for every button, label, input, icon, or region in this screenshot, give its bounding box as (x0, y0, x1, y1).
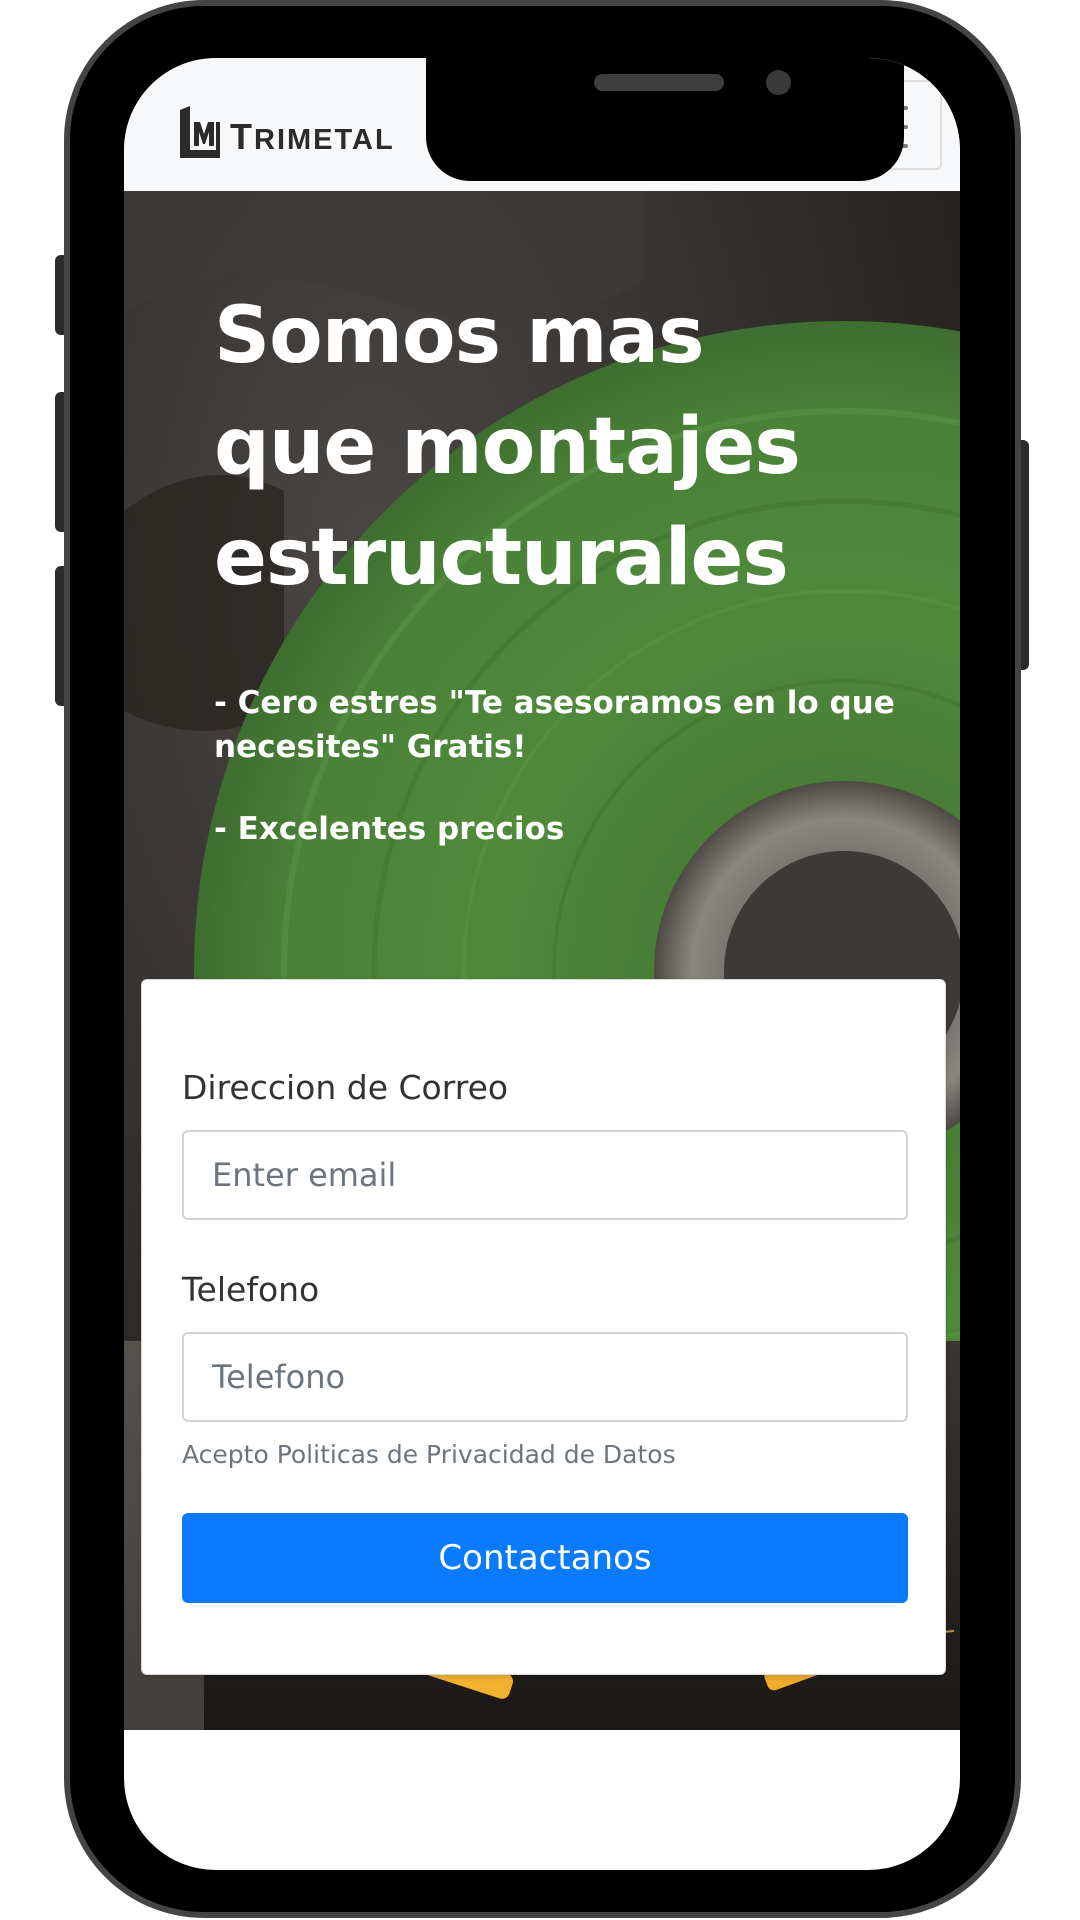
phone-notch (426, 58, 904, 181)
hero-title-line: que montajes (214, 402, 801, 492)
hero-title-line: estructurales (214, 513, 789, 603)
brand-name: TRIMETAL (230, 116, 395, 158)
hero-title-line: Somos mas (214, 291, 705, 381)
contact-form-card: Direccion de Correo Telefono Acepto Poli… (141, 979, 946, 1675)
hero-benefit-1: - Cero estres "Te asesoramos en lo que n… (214, 685, 895, 765)
phone-screen: TRIMETAL Somos mas que montajes estructu… (124, 58, 960, 1870)
page: TRIMETAL Somos mas que montajes estructu… (0, 0, 1080, 1920)
phone-label: Telefono (182, 1270, 320, 1309)
phone-speaker (594, 74, 724, 91)
brand-initial: T (230, 116, 254, 157)
email-label: Direccion de Correo (182, 1068, 509, 1107)
hero-title: Somos mas que montajes estructurales (214, 281, 914, 614)
brand-link[interactable]: TRIMETAL (176, 104, 395, 160)
hero-section: Somos mas que montajes estructurales - C… (124, 191, 960, 1730)
email-input[interactable] (182, 1130, 908, 1220)
front-camera-icon (766, 70, 791, 95)
contact-submit-button[interactable]: Contactanos (182, 1513, 908, 1603)
hero-benefit-2: - Excelentes precios (214, 811, 565, 847)
trimetal-logo-icon (180, 106, 220, 158)
phone-input[interactable] (182, 1332, 908, 1422)
brand-rest: RIMETAL (254, 124, 395, 156)
privacy-policy-note: Acepto Politicas de Privacidad de Datos (182, 1440, 676, 1469)
